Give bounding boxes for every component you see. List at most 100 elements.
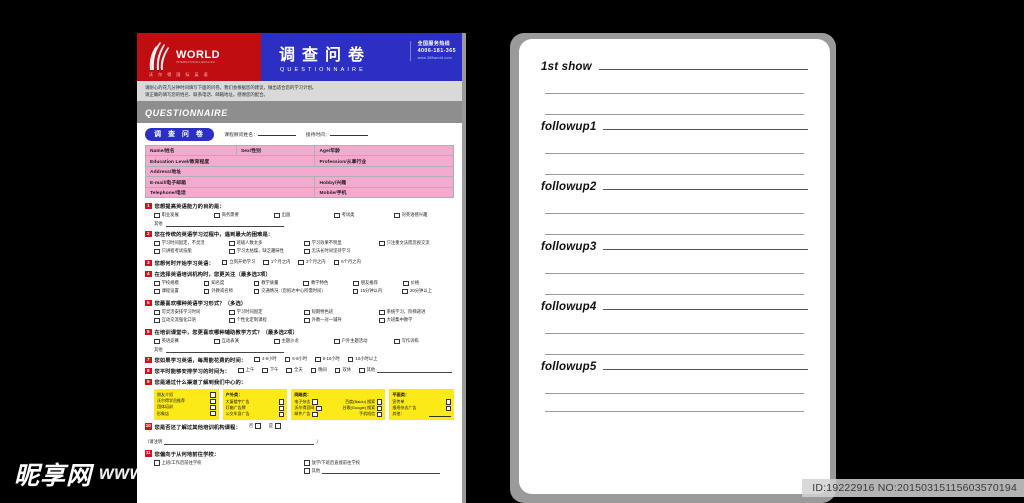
cell-telephone[interactable]: Telephone/电话 bbox=[144, 186, 316, 199]
cell-age[interactable]: Age/年龄 bbox=[314, 144, 454, 157]
checkbox[interactable] bbox=[279, 399, 285, 405]
checkbox[interactable] bbox=[154, 338, 160, 345]
checkbox[interactable] bbox=[262, 367, 268, 374]
write-line[interactable] bbox=[603, 189, 808, 190]
checkbox[interactable] bbox=[315, 356, 321, 363]
write-line[interactable] bbox=[598, 69, 808, 70]
checkbox[interactable] bbox=[214, 338, 220, 345]
checkbox[interactable] bbox=[334, 338, 340, 345]
checkbox[interactable] bbox=[379, 317, 385, 324]
write-line[interactable] bbox=[545, 234, 804, 235]
checkbox[interactable] bbox=[334, 367, 341, 374]
checkbox[interactable] bbox=[316, 405, 322, 411]
consultant-input-line[interactable] bbox=[257, 130, 296, 137]
checkbox[interactable] bbox=[221, 259, 228, 266]
cell-education[interactable]: Education Level/教育程度 bbox=[144, 155, 316, 167]
checkbox[interactable] bbox=[229, 309, 235, 316]
checkbox[interactable] bbox=[304, 317, 310, 324]
checkbox[interactable] bbox=[210, 404, 216, 411]
checkbox[interactable] bbox=[154, 317, 160, 324]
other-input-line[interactable] bbox=[429, 412, 452, 417]
checkbox[interactable] bbox=[229, 317, 235, 324]
checkbox[interactable] bbox=[298, 259, 305, 266]
checkbox[interactable] bbox=[154, 248, 160, 255]
write-line[interactable] bbox=[545, 354, 804, 355]
cell-profession[interactable]: Profession/从事行业 bbox=[314, 155, 454, 167]
cell-sex[interactable]: Sex/性别 bbox=[235, 144, 316, 157]
option-label: 其他 bbox=[311, 468, 321, 474]
checkbox[interactable] bbox=[304, 468, 310, 474]
write-line[interactable] bbox=[603, 249, 808, 250]
checkbox[interactable] bbox=[445, 405, 452, 411]
checkbox[interactable] bbox=[279, 405, 285, 411]
other-input-line[interactable] bbox=[165, 222, 284, 227]
checkbox[interactable] bbox=[263, 259, 269, 266]
checkbox[interactable] bbox=[238, 367, 244, 374]
checkbox[interactable] bbox=[304, 240, 310, 247]
checkbox[interactable] bbox=[402, 280, 409, 287]
checkbox[interactable] bbox=[275, 423, 281, 429]
checkbox[interactable] bbox=[210, 398, 216, 404]
note-input-line[interactable] bbox=[164, 440, 315, 445]
checkbox[interactable] bbox=[214, 212, 220, 219]
write-line[interactable] bbox=[545, 411, 804, 412]
checkbox[interactable] bbox=[210, 392, 216, 398]
cell-name[interactable]: Name/姓名 bbox=[145, 144, 237, 157]
checkbox[interactable] bbox=[347, 356, 354, 363]
checkbox[interactable] bbox=[154, 240, 160, 247]
checkbox[interactable] bbox=[279, 411, 285, 418]
checkbox[interactable] bbox=[310, 367, 317, 374]
checkbox[interactable] bbox=[334, 212, 340, 219]
write-line[interactable] bbox=[545, 294, 804, 295]
write-line[interactable] bbox=[603, 369, 808, 370]
checkbox[interactable] bbox=[377, 405, 383, 411]
checkbox[interactable] bbox=[379, 309, 385, 316]
checkbox[interactable] bbox=[229, 248, 235, 255]
checkbox[interactable] bbox=[154, 280, 160, 287]
checkbox[interactable] bbox=[255, 423, 261, 429]
checkbox[interactable] bbox=[253, 280, 260, 287]
checkbox[interactable] bbox=[359, 367, 365, 374]
write-line[interactable] bbox=[545, 174, 804, 175]
checkbox[interactable] bbox=[377, 399, 383, 405]
checkbox[interactable] bbox=[274, 212, 280, 219]
checkbox[interactable] bbox=[286, 367, 293, 374]
checkbox[interactable] bbox=[154, 309, 160, 316]
write-line[interactable] bbox=[603, 309, 808, 310]
checkbox[interactable] bbox=[445, 399, 452, 405]
checkbox[interactable] bbox=[154, 288, 160, 295]
checkbox[interactable] bbox=[229, 240, 235, 247]
other-input-line[interactable] bbox=[377, 368, 453, 373]
other-input-line[interactable] bbox=[165, 348, 284, 353]
checkbox[interactable] bbox=[352, 288, 359, 295]
checkbox[interactable] bbox=[377, 411, 383, 418]
checkbox[interactable] bbox=[402, 288, 408, 295]
checkbox[interactable] bbox=[203, 280, 210, 287]
checkbox[interactable] bbox=[303, 280, 309, 287]
checkbox[interactable] bbox=[312, 399, 318, 405]
checkbox[interactable] bbox=[254, 356, 260, 363]
cell-mobile[interactable]: Mobile/手机 bbox=[314, 186, 454, 199]
cell-hobby[interactable]: Hobby/兴趣 bbox=[314, 176, 454, 188]
checkbox[interactable] bbox=[284, 356, 291, 363]
checkbox[interactable] bbox=[304, 460, 310, 466]
checkbox[interactable] bbox=[304, 248, 310, 255]
checkbox[interactable] bbox=[274, 338, 280, 345]
other-input-line[interactable] bbox=[322, 469, 441, 474]
checkbox[interactable] bbox=[394, 338, 400, 345]
checkbox[interactable] bbox=[210, 411, 216, 417]
checkbox[interactable] bbox=[353, 280, 359, 287]
checkbox[interactable] bbox=[304, 309, 310, 316]
checkbox[interactable] bbox=[333, 259, 340, 266]
cell-address[interactable]: Address/地址 bbox=[145, 165, 454, 178]
reception-time-input-line[interactable] bbox=[329, 130, 368, 137]
checkbox[interactable] bbox=[394, 212, 400, 219]
checkbox[interactable] bbox=[203, 288, 210, 295]
cell-email[interactable]: E-mail/电子邮箱 bbox=[144, 176, 316, 188]
checkbox[interactable] bbox=[253, 288, 260, 295]
write-line[interactable] bbox=[603, 129, 808, 130]
checkbox[interactable] bbox=[312, 411, 318, 418]
write-line[interactable] bbox=[545, 114, 804, 115]
checkbox[interactable] bbox=[379, 240, 385, 247]
checkbox[interactable] bbox=[154, 212, 160, 219]
